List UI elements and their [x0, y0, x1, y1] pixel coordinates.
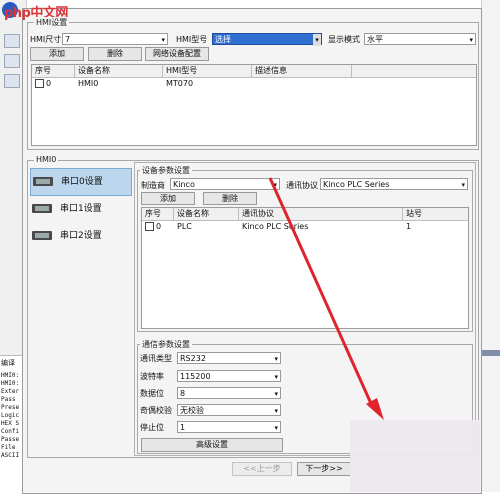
- annotation-arrow: [268, 177, 384, 420]
- arrow-line: [268, 177, 375, 409]
- blur-overlay: [350, 420, 480, 492]
